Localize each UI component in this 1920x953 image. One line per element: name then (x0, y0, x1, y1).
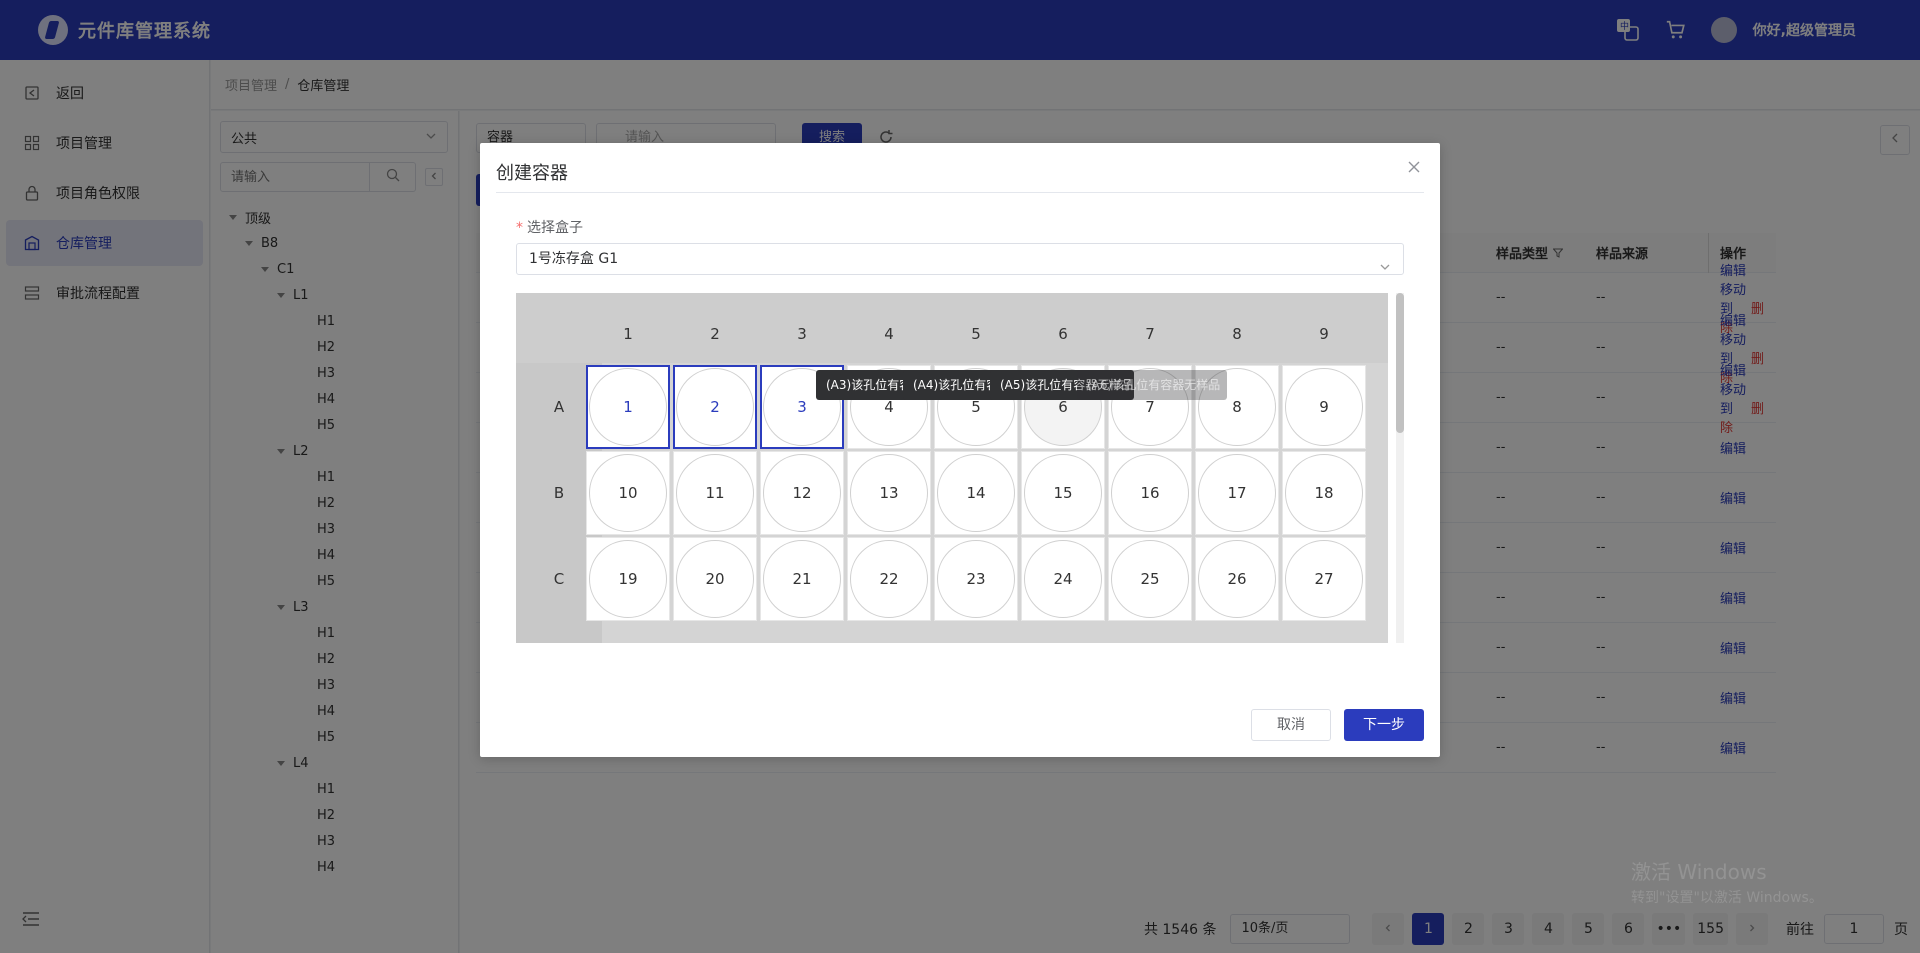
well-circle: 9 (1285, 368, 1363, 446)
dialog-divider (496, 192, 1424, 193)
well-cell[interactable]: 25 (1108, 537, 1192, 621)
well-circle: 24 (1024, 540, 1102, 618)
cancel-button[interactable]: 取消 (1251, 709, 1331, 741)
well-cell[interactable]: 2 (673, 365, 757, 449)
well-circle: 23 (937, 540, 1015, 618)
well-cell[interactable]: 24 (1021, 537, 1105, 621)
well-cell[interactable]: 10 (586, 451, 670, 535)
box-field-label: * 选择盒子 (516, 217, 583, 237)
well-circle: 25 (1111, 540, 1189, 618)
well-cell[interactable]: 20 (673, 537, 757, 621)
box-select[interactable]: 1号冻存盒 G1 (516, 243, 1404, 275)
box-field-label-text: 选择盒子 (527, 220, 583, 236)
well-cell[interactable]: 19 (586, 537, 670, 621)
well-circle: 17 (1198, 454, 1276, 532)
column-header: 1 (623, 325, 633, 343)
well-circle: 11 (676, 454, 754, 532)
well-cell[interactable]: 26 (1195, 537, 1279, 621)
well-cell[interactable]: 11 (673, 451, 757, 535)
create-container-dialog: 创建容器 * 选择盒子 1号冻存盒 G1 123456789A123456789B… (480, 143, 1440, 757)
plate-scrollbar-thumb[interactable] (1396, 293, 1404, 433)
well-tooltip: (A6)该孔位有容器无样品 (1077, 370, 1227, 400)
well-circle: 18 (1285, 454, 1363, 532)
well-circle: 13 (850, 454, 928, 532)
column-header: 7 (1145, 325, 1155, 343)
well-cell[interactable]: 27 (1282, 537, 1366, 621)
well-circle: 22 (850, 540, 928, 618)
watermark-line1: 激活 Windows (1631, 860, 1767, 884)
next-step-button[interactable]: 下一步 (1344, 709, 1424, 741)
well-circle: 20 (676, 540, 754, 618)
required-asterisk: * (516, 220, 523, 236)
column-header: 6 (1058, 325, 1068, 343)
well-cell[interactable]: 9 (1282, 365, 1366, 449)
well-circle: 15 (1024, 454, 1102, 532)
well-cell[interactable]: 18 (1282, 451, 1366, 535)
well-circle: 12 (763, 454, 841, 532)
well-cell[interactable]: 1 (586, 365, 670, 449)
well-circle: 21 (763, 540, 841, 618)
watermark-line2: 转到"设置"以激活 Windows。 (1631, 890, 1823, 906)
well-cell[interactable]: 22 (847, 537, 931, 621)
well-cell[interactable]: 12 (760, 451, 844, 535)
well-circle: 16 (1111, 454, 1189, 532)
column-header: 8 (1232, 325, 1242, 343)
well-circle: 1 (589, 368, 667, 446)
plate-scrollbar[interactable] (1396, 293, 1404, 643)
well-cell[interactable]: 23 (934, 537, 1018, 621)
column-header: 9 (1319, 325, 1329, 343)
column-header: 3 (797, 325, 807, 343)
well-circle: 2 (676, 368, 754, 446)
column-header: 5 (971, 325, 981, 343)
well-cell[interactable]: 21 (760, 537, 844, 621)
column-header: 2 (710, 325, 720, 343)
well-cell[interactable]: 15 (1021, 451, 1105, 535)
well-circle: 27 (1285, 540, 1363, 618)
well-cell[interactable]: 13 (847, 451, 931, 535)
well-cell[interactable]: 16 (1108, 451, 1192, 535)
column-header: 4 (884, 325, 894, 343)
well-circle: 10 (589, 454, 667, 532)
well-circle: 19 (589, 540, 667, 618)
chevron-down-icon (1379, 254, 1391, 284)
well-cell[interactable]: 17 (1195, 451, 1279, 535)
well-plate-grid: 1 2 3 4 5 6 7 8 9 A 1 2 3 4 5 6 7 8 9 B 10 11 12 13 14 15 16 17 18 C 1… (516, 293, 1388, 643)
well-cell[interactable]: 14 (934, 451, 1018, 535)
windows-activation-watermark: 激活 Windows 转到"设置"以激活 Windows。 (1631, 856, 1823, 907)
box-select-value: 1号冻存盒 G1 (529, 251, 619, 267)
well-circle: 26 (1198, 540, 1276, 618)
well-circle: 14 (937, 454, 1015, 532)
close-icon[interactable] (1404, 157, 1424, 177)
dialog-title: 创建容器 (496, 163, 568, 184)
